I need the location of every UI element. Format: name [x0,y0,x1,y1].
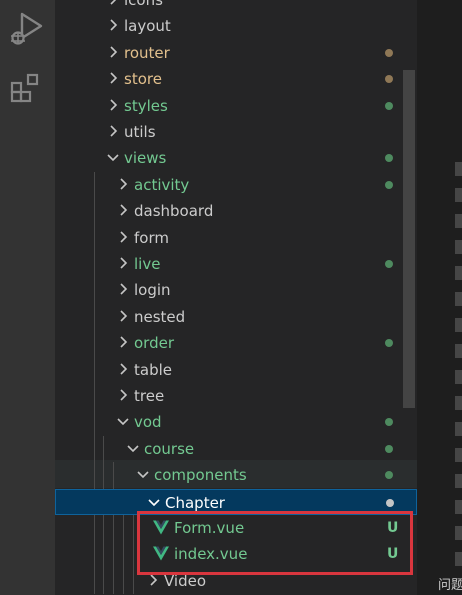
chevron-right-icon[interactable] [115,361,131,377]
git-status-dot [385,260,393,268]
line-number [455,448,462,462]
line-number [455,370,462,384]
folder-item[interactable]: nested [55,304,417,330]
folder-item[interactable]: layout [55,13,417,39]
folder-label: views [124,149,167,168]
chevron-right-icon[interactable] [115,387,131,403]
folder-label: styles [124,96,168,115]
chevron-down-icon[interactable] [146,494,162,510]
git-status-dot [385,444,393,453]
git-status-dot [385,471,393,480]
explorer-tree: icons layout router store styles utils views ac… [55,0,417,595]
line-number [455,396,462,410]
chevron-right-icon[interactable] [105,70,121,86]
line-number [455,526,462,540]
folder-item[interactable]: live [55,251,417,277]
chevron-down-icon[interactable] [105,149,121,165]
git-status-dot [385,101,393,110]
folder-label: components [154,466,247,485]
git-status-dot [386,498,394,507]
chevron-right-icon[interactable] [105,0,121,7]
problems-tab[interactable]: 问题 [438,574,462,593]
line-number [455,266,462,280]
folder-item[interactable]: styles [55,93,417,119]
folder-label: dashboard [134,202,214,221]
folder-item[interactable]: tree [55,383,417,409]
chevron-down-icon[interactable] [135,466,151,482]
folder-item[interactable]: activity [55,172,417,198]
chevron-right-icon[interactable] [115,229,131,245]
folder-label: course [144,439,195,458]
git-status-dot [385,180,393,189]
chevron-right-icon[interactable] [115,334,131,350]
folder-item[interactable]: login [55,277,417,303]
line-number [455,474,462,488]
folder-item[interactable]: vod [55,409,417,435]
chevron-right-icon[interactable] [115,176,131,192]
folder-label: table [134,360,172,379]
folder-label: tree [134,387,165,405]
line-number [455,292,462,306]
chevron-down-icon[interactable] [115,413,131,429]
line-number [455,422,462,436]
folder-label: form [134,228,169,247]
explorer-scrollbar[interactable] [403,70,415,408]
line-number [455,188,462,202]
folder-item[interactable]: course [55,436,417,462]
line-number [455,552,462,566]
folder-label: order [134,334,174,353]
folder-label: utils [124,123,156,141]
chevron-right-icon[interactable] [115,202,131,218]
chevron-right-icon[interactable] [115,308,131,324]
folder-label: activity [134,175,190,194]
folder-item[interactable]: components [55,462,417,488]
line-number [455,318,462,332]
folder-item[interactable]: router [55,40,417,66]
folder-item[interactable]: form [55,225,417,251]
line-number [455,344,462,358]
highlight-box [137,511,413,575]
folder-item[interactable]: dashboard [55,198,417,224]
line-number [455,214,462,228]
line-number [455,162,462,176]
chevron-right-icon[interactable] [105,17,121,33]
chevron-right-icon[interactable] [115,281,131,297]
line-number [455,500,462,514]
git-status-dot [385,75,393,84]
chevron-down-icon[interactable] [125,440,141,456]
folder-label: nested [134,307,186,326]
chevron-right-icon[interactable] [105,123,121,139]
editor-area [417,0,462,595]
folder-item[interactable]: store [55,66,417,92]
git-status-dot [385,418,393,427]
folder-label: layout [124,17,171,36]
line-number [455,240,462,254]
run-debug-icon[interactable] [8,10,46,48]
folder-label: icons [124,0,163,9]
folder-label: live [134,255,161,273]
folder-label: vod [134,413,162,432]
folder-item[interactable]: views [55,145,417,171]
chevron-right-icon[interactable] [115,255,131,271]
folder-item[interactable]: utils [55,119,417,145]
folder-label: login [134,281,171,300]
chevron-right-icon[interactable] [105,97,121,113]
activity-bar [0,0,55,595]
git-status-dot [385,339,393,348]
folder-item[interactable]: table [55,357,417,383]
folder-item[interactable]: order [55,330,417,356]
folder-label: store [124,70,162,89]
folder-item[interactable]: icons [55,0,417,13]
extensions-icon[interactable] [8,70,46,108]
git-status-dot [385,48,393,57]
chevron-right-icon[interactable] [105,44,121,60]
git-status-dot [385,154,393,163]
folder-label: router [124,43,170,62]
